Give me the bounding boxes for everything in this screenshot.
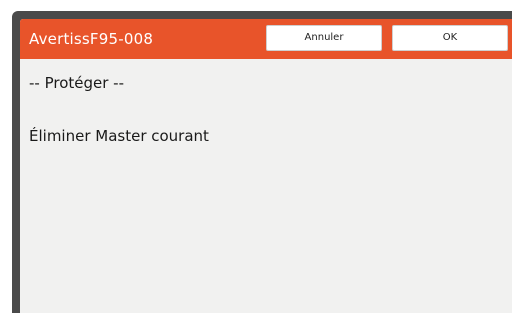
device-screen-frame: AvertissF95-008 Annuler OK -- Protéger -… — [12, 11, 512, 313]
message-body: Éliminer Master courant — [29, 127, 209, 145]
ok-button[interactable]: OK — [392, 25, 508, 51]
message-header: -- Protéger -- — [29, 74, 125, 92]
dialog-title: AvertissF95-008 — [29, 30, 154, 48]
dialog-header: AvertissF95-008 Annuler OK — [20, 19, 512, 59]
warning-dialog: AvertissF95-008 Annuler OK -- Protéger -… — [20, 19, 512, 313]
cancel-button[interactable]: Annuler — [266, 25, 382, 51]
